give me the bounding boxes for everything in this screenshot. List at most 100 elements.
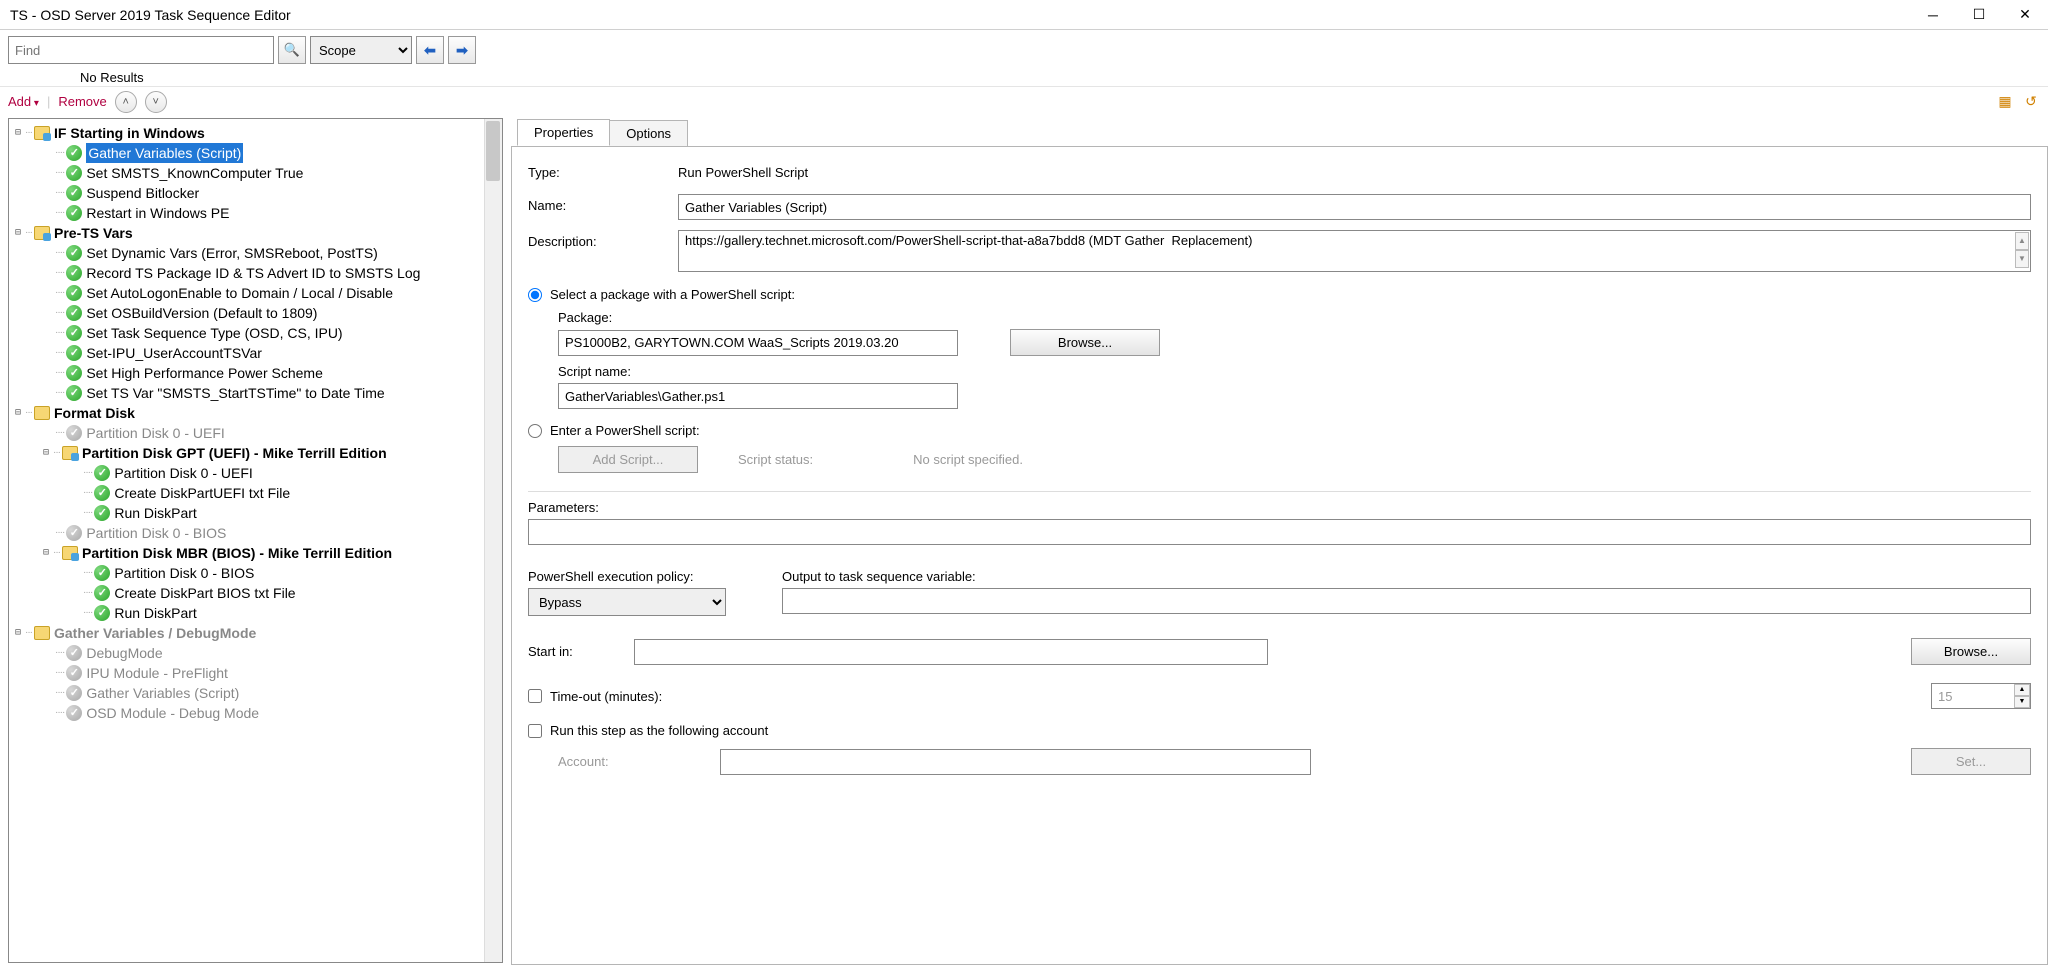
- arrow-left-icon: ⬅: [424, 42, 436, 59]
- tree-step[interactable]: ····✓Suspend Bitlocker: [11, 183, 500, 203]
- chevron-up-icon: ▲: [2014, 684, 2030, 696]
- expander-icon[interactable]: ⊟: [11, 223, 25, 243]
- name-input[interactable]: [678, 194, 2031, 220]
- tree-step[interactable]: ····✓Run DiskPart: [11, 603, 500, 623]
- tree-step[interactable]: ····✓Restart in Windows PE: [11, 203, 500, 223]
- chevron-down-icon[interactable]: ▼: [2015, 250, 2029, 268]
- timeout-label: Time-out (minutes):: [550, 689, 662, 704]
- nav-forward-button[interactable]: ➡: [448, 36, 476, 64]
- scope-select[interactable]: Scope: [310, 36, 412, 64]
- success-icon: ✓: [66, 385, 82, 401]
- description-input[interactable]: [678, 230, 2031, 272]
- script-name-label: Script name:: [558, 364, 2031, 379]
- remove-button[interactable]: Remove: [58, 94, 106, 109]
- tree-step[interactable]: ····✓Set Dynamic Vars (Error, SMSReboot,…: [11, 243, 500, 263]
- tree-step[interactable]: ····✓Set AutoLogonEnable to Domain / Loc…: [11, 283, 500, 303]
- move-up-button[interactable]: ˄: [115, 91, 137, 113]
- expander-icon[interactable]: ⊟: [11, 623, 25, 643]
- output-variable-input[interactable]: [782, 588, 2031, 614]
- tree-step[interactable]: ····✓Partition Disk 0 - BIOS: [11, 523, 500, 543]
- expander-icon[interactable]: ⊟: [11, 123, 25, 143]
- maximize-button[interactable]: ☐: [1956, 0, 2002, 30]
- tree-scrollbar[interactable]: [484, 119, 502, 962]
- window-title: TS - OSD Server 2019 Task Sequence Edito…: [10, 7, 1910, 23]
- radio-select-package[interactable]: [528, 288, 542, 302]
- tree-step[interactable]: ····✓Gather Variables (Script): [11, 683, 500, 703]
- tree-step[interactable]: ····✓Set OSBuildVersion (Default to 1809…: [11, 303, 500, 323]
- minimize-button[interactable]: ─: [1910, 0, 1956, 30]
- success-icon: ✓: [66, 145, 82, 161]
- tree-step[interactable]: ····✓Set High Performance Power Scheme: [11, 363, 500, 383]
- tree-step[interactable]: ····✓DebugMode: [11, 643, 500, 663]
- search-icon: 🔍: [284, 42, 300, 58]
- browse-package-button[interactable]: Browse...: [1010, 329, 1160, 356]
- tree-step[interactable]: ····✓Partition Disk 0 - UEFI: [11, 463, 500, 483]
- tree-pane: ⊟···IF Starting in Windows ····✓Gather V…: [8, 118, 503, 963]
- tool-icon-1[interactable]: ▦: [1996, 93, 2014, 111]
- add-button[interactable]: Add: [8, 94, 39, 109]
- success-icon: ✓: [66, 245, 82, 261]
- script-name-input[interactable]: [558, 383, 958, 409]
- success-icon: ✓: [94, 465, 110, 481]
- folder-icon: [34, 406, 50, 420]
- tree-step[interactable]: ····✓Set Task Sequence Type (OSD, CS, IP…: [11, 323, 500, 343]
- success-icon: ✓: [66, 165, 82, 181]
- execution-policy-select[interactable]: Bypass: [528, 588, 726, 616]
- chevron-up-icon: ˄: [123, 96, 129, 108]
- runas-checkbox[interactable]: [528, 724, 542, 738]
- tree-step[interactable]: ····✓OSD Module - Debug Mode: [11, 703, 500, 723]
- task-sequence-tree[interactable]: ⊟···IF Starting in Windows ····✓Gather V…: [9, 119, 502, 727]
- folder-icon: [34, 626, 50, 640]
- nav-back-button[interactable]: ⬅: [416, 36, 444, 64]
- timeout-checkbox[interactable]: [528, 689, 542, 703]
- type-label: Type:: [528, 161, 678, 180]
- set-account-button: Set...: [1911, 748, 2031, 775]
- timeout-spinner: ▲▼: [2014, 684, 2030, 708]
- tab-options[interactable]: Options: [609, 120, 688, 146]
- startin-input[interactable]: [634, 639, 1268, 665]
- script-status-value: No script specified.: [913, 452, 1023, 467]
- expander-icon[interactable]: ⊟: [39, 443, 53, 463]
- move-down-button[interactable]: ˅: [145, 91, 167, 113]
- scrollbar-thumb[interactable]: [486, 121, 500, 181]
- tree-step[interactable]: ····✓Set TS Var "SMSTS_StartTSTime" to D…: [11, 383, 500, 403]
- tree-step[interactable]: ····✓Partition Disk 0 - UEFI: [11, 423, 500, 443]
- success-icon: ✓: [66, 365, 82, 381]
- tree-step[interactable]: ····✓Create DiskPartUEFI txt File: [11, 483, 500, 503]
- search-button[interactable]: 🔍: [278, 36, 306, 64]
- radio-enter-script[interactable]: [528, 424, 542, 438]
- action-bar: Add | Remove ˄ ˅ ▦ ↺: [0, 86, 2048, 116]
- tree-group[interactable]: ⊟···IF Starting in Windows: [11, 123, 500, 143]
- tool-icon-2[interactable]: ↺: [2022, 93, 2040, 111]
- account-input: [720, 749, 1311, 775]
- tree-step[interactable]: ····✓Set-IPU_UserAccountTSVar: [11, 343, 500, 363]
- textarea-spinner[interactable]: ▲▼: [2015, 232, 2029, 268]
- tree-step[interactable]: ····✓Set SMSTS_KnownComputer True: [11, 163, 500, 183]
- parameters-label: Parameters:: [528, 500, 2031, 515]
- tree-step[interactable]: ····✓Run DiskPart: [11, 503, 500, 523]
- disabled-icon: ✓: [66, 705, 82, 721]
- tab-properties[interactable]: Properties: [517, 119, 610, 146]
- browse-startin-button[interactable]: Browse...: [1911, 638, 2031, 665]
- tree-step[interactable]: ····✓IPU Module - PreFlight: [11, 663, 500, 683]
- tree-group[interactable]: ⊟···Format Disk: [11, 403, 500, 423]
- tree-group[interactable]: ⊟···Gather Variables / DebugMode: [11, 623, 500, 643]
- expander-icon[interactable]: ⊟: [11, 403, 25, 423]
- expander-icon[interactable]: ⊟: [39, 543, 53, 563]
- tree-group[interactable]: ⊟···Partition Disk GPT (UEFI) - Mike Ter…: [11, 443, 500, 463]
- success-icon: ✓: [94, 605, 110, 621]
- tree-group[interactable]: ⊟···Pre-TS Vars: [11, 223, 500, 243]
- close-button[interactable]: ✕: [2002, 0, 2048, 30]
- search-input[interactable]: [8, 36, 274, 64]
- chevron-up-icon[interactable]: ▲: [2015, 232, 2029, 250]
- search-toolbar: 🔍 Scope ⬅ ➡: [0, 30, 2048, 86]
- tree-step[interactable]: ····✓Gather Variables (Script): [11, 143, 500, 163]
- tree-step[interactable]: ····✓Partition Disk 0 - BIOS: [11, 563, 500, 583]
- tree-group[interactable]: ⊟···Partition Disk MBR (BIOS) - Mike Ter…: [11, 543, 500, 563]
- properties-pane: Properties Options Type: Run PowerShell …: [503, 116, 2048, 965]
- tree-step[interactable]: ····✓Create DiskPart BIOS txt File: [11, 583, 500, 603]
- folder-icon: [62, 446, 78, 460]
- parameters-input[interactable]: [528, 519, 2031, 545]
- tree-step[interactable]: ····✓Record TS Package ID & TS Advert ID…: [11, 263, 500, 283]
- disabled-icon: ✓: [66, 525, 82, 541]
